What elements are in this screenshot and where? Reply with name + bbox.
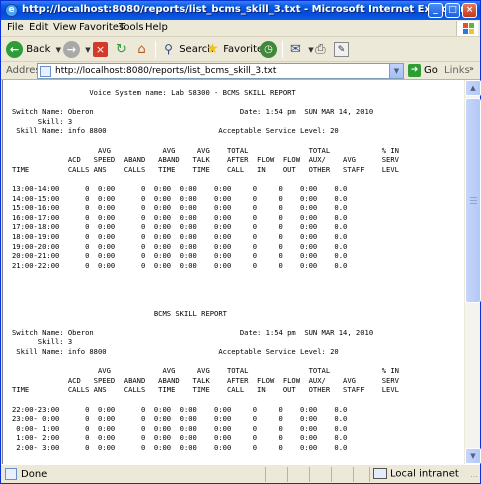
forward-arrow-icon: → (63, 40, 80, 58)
search-icon: ⚲ (164, 41, 173, 56)
address-dropdown-icon[interactable]: ▼ (389, 64, 403, 78)
status-text: Done (21, 469, 48, 480)
status-divider (331, 467, 332, 482)
bcms-skill-report-text: Voice System name: Lab S8300 - BCMS SKIL… (12, 88, 399, 452)
status-bar: Done Local intranet ⋯ (1, 464, 480, 483)
scroll-up-button[interactable]: ▲ (465, 80, 481, 96)
print-icon: ⎙ (315, 41, 326, 57)
window-title: http://localhost:8080/reports/list_bcms_… (22, 4, 466, 15)
mail-button[interactable]: ✉ ▼ (288, 40, 314, 59)
back-dropdown-icon[interactable]: ▼ (56, 46, 61, 54)
toolbar: ← Back ▼ → ▼ × ↻ ⌂ ⚲ Search ★ Favorites … (1, 37, 480, 62)
home-button[interactable]: ⌂ (134, 40, 149, 59)
go-arrow-icon: ➜ (408, 63, 421, 77)
toolbar-separator (282, 41, 283, 58)
minimize-button[interactable]: _ (428, 3, 443, 18)
security-zone[interactable]: Local intranet (373, 468, 459, 480)
resize-grip-icon[interactable]: ⋯ (470, 472, 478, 481)
history-button[interactable]: ◷ (260, 40, 277, 59)
edit-icon: ✎ (334, 41, 349, 57)
menu-favorites[interactable]: Favorites (79, 22, 124, 33)
ie-window: e http://localhost:8080/reports/list_bcm… (0, 0, 481, 484)
links-label[interactable]: Links (444, 65, 470, 76)
scroll-down-button[interactable]: ▼ (465, 448, 481, 464)
forward-button[interactable]: → ▼ (63, 40, 91, 59)
back-label: Back (26, 44, 51, 55)
windows-logo-icon (456, 21, 478, 36)
title-bar[interactable]: e http://localhost:8080/reports/list_bcm… (1, 1, 480, 20)
zone-label: Local intranet (390, 468, 459, 480)
history-icon: ◷ (260, 40, 277, 58)
menu-file[interactable]: File (7, 22, 24, 33)
address-input[interactable]: http://localhost:8080/reports/list_bcms_… (37, 63, 404, 79)
links-chevron-icon[interactable]: » (469, 64, 474, 73)
page-done-icon (5, 468, 17, 480)
vertical-scrollbar[interactable]: ▲ ▼ (464, 80, 481, 464)
menu-edit[interactable]: Edit (29, 22, 48, 33)
refresh-button[interactable]: ↻ (114, 40, 129, 59)
stop-icon: × (93, 41, 108, 57)
menu-bar: File Edit View Favorites Tools Help (1, 20, 480, 37)
menu-help[interactable]: Help (145, 22, 168, 33)
print-button[interactable]: ⎙ (313, 40, 328, 59)
menu-tools[interactable]: Tools (119, 22, 144, 33)
status-divider (309, 467, 310, 482)
menu-view[interactable]: View (53, 22, 77, 33)
stop-button[interactable]: × (93, 40, 108, 59)
mail-icon: ✉ (290, 41, 301, 57)
go-button[interactable]: ➜ Go (408, 63, 442, 79)
edit-button[interactable]: ✎ (334, 40, 349, 59)
forward-dropdown-icon[interactable]: ▼ (85, 46, 90, 54)
status-divider (369, 467, 370, 482)
page-content[interactable]: Voice System name: Lab S8300 - BCMS SKIL… (2, 80, 464, 464)
ie-icon: e (5, 4, 18, 17)
back-arrow-icon: ← (6, 40, 23, 58)
favorites-button[interactable]: ★ Favorites (205, 40, 268, 59)
address-url[interactable]: http://localhost:8080/reports/list_bcms_… (55, 66, 276, 76)
favorites-star-icon: ★ (206, 40, 219, 57)
toolbar-separator (155, 41, 156, 58)
intranet-icon (373, 468, 387, 479)
page-icon (40, 66, 51, 77)
status-divider (353, 467, 354, 482)
home-icon: ⌂ (137, 41, 146, 57)
back-button[interactable]: ← Back ▼ (6, 40, 61, 59)
status-divider (265, 467, 266, 482)
refresh-icon: ↻ (116, 41, 127, 57)
go-label: Go (424, 65, 438, 76)
status-divider (287, 467, 288, 482)
maximize-button[interactable]: □ (445, 3, 460, 18)
scroll-thumb[interactable] (465, 98, 481, 303)
close-button[interactable]: × (462, 3, 477, 18)
address-bar: Address http://localhost:8080/reports/li… (1, 62, 480, 80)
